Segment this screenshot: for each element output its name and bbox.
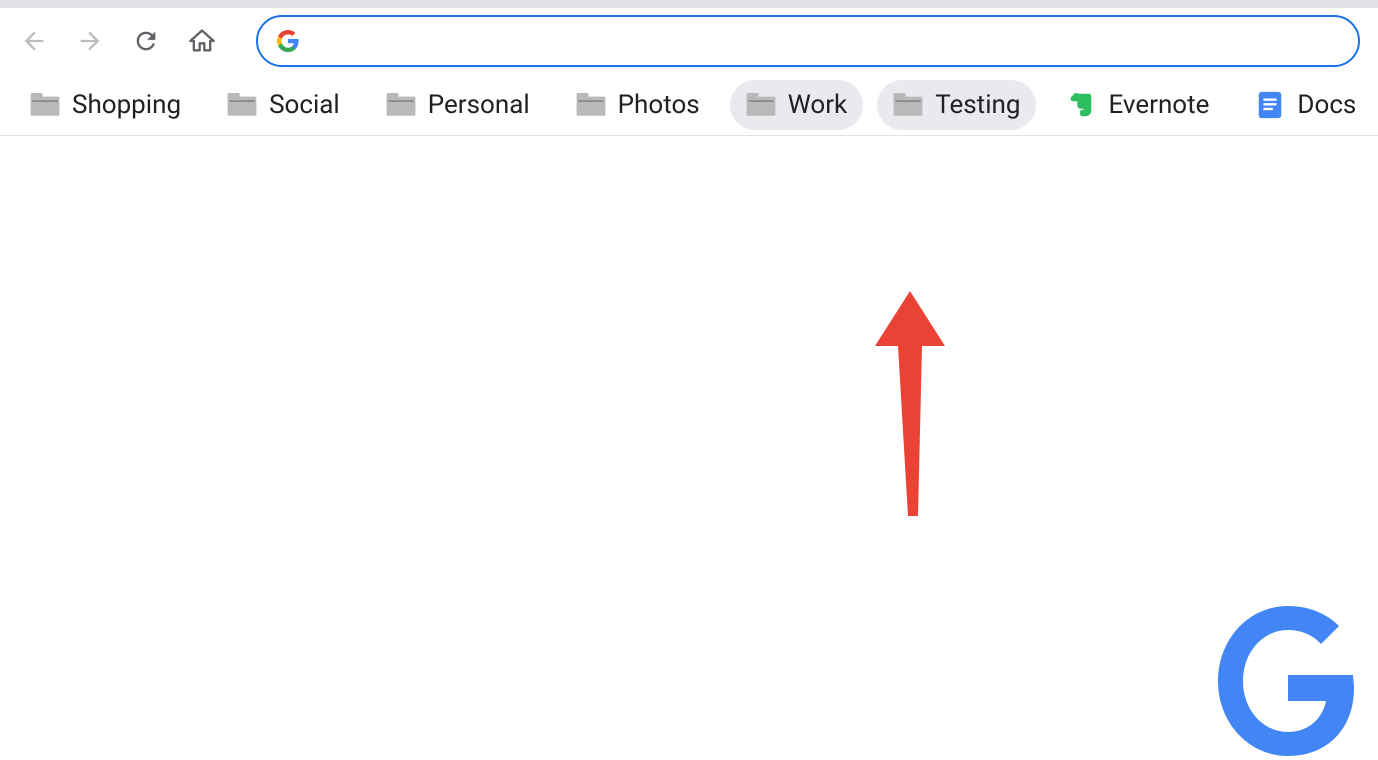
bookmark-docs[interactable]: Docs	[1239, 80, 1372, 130]
docs-icon	[1255, 90, 1285, 120]
bookmark-evernote[interactable]: Evernote	[1050, 80, 1225, 130]
annotation-arrow-icon	[870, 291, 950, 521]
google-g-icon	[276, 29, 300, 53]
home-button[interactable]	[186, 25, 218, 57]
bookmarks-bar: Shopping Social Personal Photos	[0, 74, 1378, 136]
bookmark-label: Docs	[1297, 90, 1356, 120]
arrow-left-icon	[20, 27, 48, 55]
tab-strip	[0, 0, 1378, 8]
bookmark-label: Personal	[428, 90, 530, 120]
reload-button[interactable]	[130, 25, 162, 57]
bookmark-folder-photos[interactable]: Photos	[560, 80, 716, 130]
bookmark-folder-work[interactable]: Work	[730, 80, 864, 130]
google-logo	[1218, 606, 1378, 760]
bookmark-folder-social[interactable]: Social	[211, 80, 356, 130]
bookmark-folder-personal[interactable]: Personal	[370, 80, 546, 130]
arrow-right-icon	[76, 27, 104, 55]
omnibox-input[interactable]	[314, 30, 1340, 53]
reload-icon	[132, 27, 160, 55]
evernote-icon	[1066, 90, 1096, 120]
bookmark-label: Evernote	[1108, 90, 1209, 120]
bookmark-folder-shopping[interactable]: Shopping	[14, 80, 197, 130]
bookmark-label: Work	[788, 90, 848, 120]
bookmark-folder-testing[interactable]: Testing	[877, 80, 1036, 130]
forward-button[interactable]	[74, 25, 106, 57]
bookmark-label: Testing	[935, 90, 1020, 120]
omnibox[interactable]	[256, 15, 1360, 67]
bookmark-label: Photos	[618, 90, 700, 120]
bookmark-label: Social	[269, 90, 340, 120]
folder-icon	[893, 93, 923, 117]
folder-icon	[227, 93, 257, 117]
home-icon	[188, 27, 216, 55]
browser-toolbar	[0, 8, 1378, 74]
bookmark-label: Shopping	[72, 90, 181, 120]
folder-icon	[30, 93, 60, 117]
content-area	[0, 136, 1378, 692]
folder-icon	[746, 93, 776, 117]
back-button[interactable]	[18, 25, 50, 57]
folder-icon	[386, 93, 416, 117]
folder-icon	[576, 93, 606, 117]
